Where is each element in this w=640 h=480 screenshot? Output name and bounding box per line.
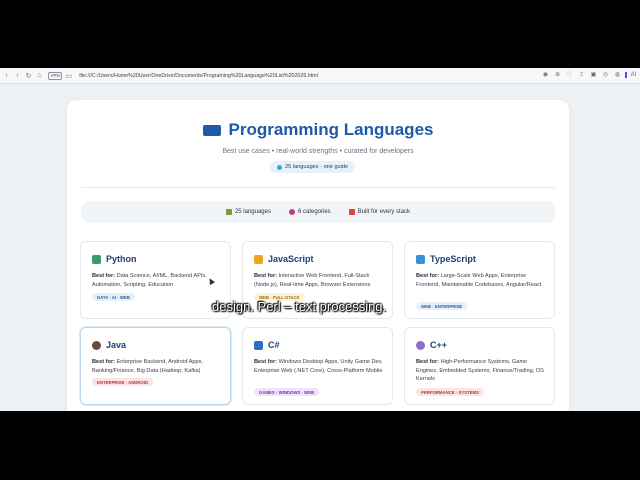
page-subtitle: Best use cases • real-world strengths • …	[222, 148, 414, 155]
language-description: Best for: Data Science, AI/ML, Backend A…	[92, 272, 224, 289]
language-description: Best for: Large-Scale Web Apps, Enterpri…	[416, 272, 548, 289]
lightning-icon	[254, 254, 263, 264]
stat-stack: Built for every stack	[348, 209, 411, 215]
rocket-icon	[348, 209, 355, 215]
language-description: Best for: Windows Desktop Apps, Unity Ga…	[254, 358, 386, 375]
best-for-label: Best for:	[92, 273, 115, 279]
language-name: Python	[106, 254, 137, 264]
camera-icon[interactable]: ◉	[541, 71, 550, 78]
vpn-badge[interactable]: VPN	[48, 71, 63, 80]
language-card-java[interactable]: Java Best for: Enterprise Backend, Andro…	[80, 327, 231, 405]
book-icon	[416, 254, 425, 264]
account-icon[interactable]: ◎	[601, 71, 610, 78]
language-description: Best for: Interactive Web Frontend, Full…	[254, 272, 386, 289]
best-for-label: Best for:	[254, 359, 277, 365]
forward-icon[interactable]: ›	[13, 71, 22, 80]
language-name: C#	[268, 340, 280, 350]
language-card-typescript[interactable]: TypeScript Best for: Large-Scale Web App…	[404, 241, 555, 319]
page-header: Programming Languages	[67, 120, 569, 140]
best-for-label: Best for:	[254, 273, 277, 279]
language-name: TypeScript	[430, 254, 476, 264]
category-tag: PERFORMANCE · SYSTEMS	[416, 388, 485, 396]
books-icon	[225, 209, 232, 215]
category-tag: DATA · AI · WEB	[92, 293, 135, 301]
language-card-cpp[interactable]: C++ Best for: High-Performance Systems, …	[404, 327, 555, 405]
language-name: JavaScript	[268, 254, 314, 264]
stats-bar: 25 languages 6 categories Built for ever…	[81, 201, 555, 223]
best-for-label: Best for:	[92, 359, 115, 365]
divider	[81, 187, 555, 188]
browser-toolbar: ‹ › ↻ ⌂ VPN ▭ file:///C:/Users/Home%20Us…	[0, 68, 640, 84]
category-tag: GAMES · WINDOWS · WEB	[254, 388, 320, 396]
extension-icon[interactable]: ◍	[613, 71, 622, 78]
category-tag: ENTERPRISE · ANDROID	[92, 378, 154, 386]
ai-button[interactable]: AI	[625, 71, 638, 78]
language-description: Best for: High-Performance Systems, Game…	[416, 358, 548, 384]
wallet-icon[interactable]: ▣	[589, 71, 598, 78]
laptop-icon	[202, 124, 221, 136]
stat-languages: 25 languages	[225, 209, 271, 215]
best-for-label: Best for:	[416, 359, 439, 365]
java-icon	[92, 340, 101, 350]
page-title: Programming Languages	[228, 120, 434, 139]
stat-label: 6 categories	[298, 209, 331, 215]
square-icon	[254, 340, 263, 350]
reload-icon[interactable]: ↻	[24, 71, 33, 80]
language-name: C++	[430, 340, 448, 350]
address-bar[interactable]: file:///C:/Users/Home%20User/OneDrive/Do…	[79, 73, 317, 79]
zoom-icon[interactable]: ⊕	[553, 71, 562, 78]
languages-pill-label: 25 languages · one guide	[285, 164, 349, 170]
file-icon: ▭	[65, 72, 73, 80]
category-tag: WEB · ENTERPRISE	[416, 302, 468, 310]
languages-pill: 25 languages · one guide	[270, 161, 356, 173]
language-description: Best for: Enterprise Backend, Android Ap…	[92, 358, 224, 375]
python-icon	[92, 254, 101, 264]
content-page: Programming Languages Best use cases • r…	[67, 100, 569, 411]
language-name: Java	[106, 340, 127, 350]
stat-label: Built for every stack	[357, 209, 411, 215]
stat-label: 25 languages	[234, 209, 271, 215]
stat-categories: 6 categories	[289, 209, 331, 215]
browser-window: ‹ › ↻ ⌂ VPN ▭ file:///C:/Users/Home%20Us…	[0, 68, 640, 411]
gear-icon	[416, 340, 425, 350]
back-icon[interactable]: ‹	[2, 71, 11, 80]
globe-icon	[277, 164, 282, 170]
video-caption: design. Perl – text processing.	[212, 299, 387, 314]
target-icon	[289, 209, 295, 215]
home-icon[interactable]: ⌂	[35, 71, 44, 80]
best-for-label: Best for:	[416, 273, 439, 279]
language-card-csharp[interactable]: C# Best for: Windows Desktop Apps, Unity…	[242, 327, 393, 405]
heart-icon[interactable]: ♡	[565, 71, 574, 78]
share-icon[interactable]: ⇪	[577, 71, 586, 78]
